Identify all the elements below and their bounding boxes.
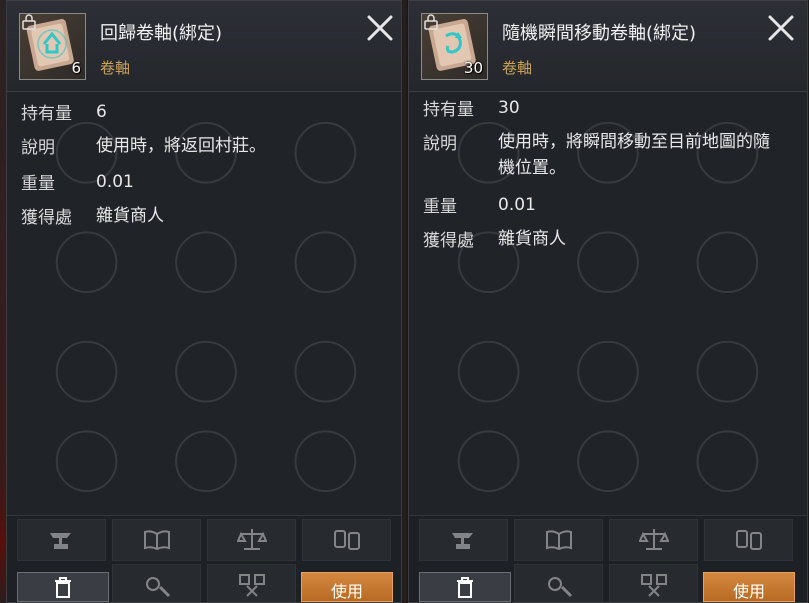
row-label: 持有量 <box>21 104 72 124</box>
item-title: 隨機瞬間移動卷軸(綁定) <box>502 23 697 44</box>
row-value: 雜貨商人 <box>498 229 566 249</box>
tooltip-header: 6 回歸卷軸(綁定) 卷軸 <box>7 1 401 92</box>
item-icon-slot[interactable]: 30 <box>421 13 488 80</box>
close-button[interactable] <box>365 13 395 43</box>
close-icon <box>367 15 393 41</box>
row-value: 6 <box>96 102 107 122</box>
craft-button[interactable] <box>514 564 603 602</box>
split-icon <box>735 530 762 550</box>
delete-button[interactable] <box>17 572 109 602</box>
trash-icon <box>457 577 473 598</box>
row-value: 0.01 <box>498 195 536 215</box>
use-button[interactable]: 使用 <box>301 572 393 602</box>
delete-button[interactable] <box>419 572 511 602</box>
split-button[interactable] <box>704 519 793 561</box>
item-tooltip-return-scroll: 6 回歸卷軸(綁定) 卷軸 持有量 6 說明 使用時，將返回村莊。 重量 0.0… <box>6 0 402 603</box>
row-value: 使用時，將瞬間移動至目前地圖的隨機位置。 <box>498 132 770 178</box>
scales-icon <box>638 529 669 550</box>
item-info: 持有量 6 說明 使用時，將返回村莊。 重量 0.01 獲得處 雜貨商人 <box>7 93 401 516</box>
item-tooltip-teleport-scroll: 30 隨機瞬間移動卷軸(綁定) 卷軸 持有量 30 說明 使用時，將瞬間移動至目… <box>408 0 808 603</box>
row-value: 使用時，將返回村莊。 <box>96 136 266 156</box>
codex-button[interactable] <box>112 519 201 561</box>
dismantle-button[interactable] <box>207 564 296 602</box>
item-icon-slot[interactable]: 6 <box>19 13 86 80</box>
row-label: 說明 <box>21 138 55 158</box>
item-type: 卷軸 <box>100 59 131 77</box>
book-icon <box>143 530 170 551</box>
row-value: 0.01 <box>96 172 134 192</box>
item-action-toolbar: 使用 <box>409 515 807 602</box>
close-button[interactable] <box>766 13 796 43</box>
row-label: 重量 <box>423 197 457 217</box>
row-value: 雜貨商人 <box>96 206 164 226</box>
row-label: 說明 <box>423 134 457 154</box>
book-icon <box>545 530 572 551</box>
lock-icon <box>424 14 438 30</box>
scales-icon <box>236 529 267 550</box>
split-icon <box>333 530 360 550</box>
row-value: 30 <box>498 98 520 118</box>
item-title: 回歸卷軸(綁定) <box>100 23 223 44</box>
trash-icon <box>55 577 71 598</box>
gear-wrench-icon <box>547 577 572 598</box>
row-label: 獲得處 <box>423 231 474 251</box>
lock-icon <box>22 14 36 30</box>
appraise-button[interactable] <box>609 519 698 561</box>
row-label: 獲得處 <box>21 208 72 228</box>
anvil-icon <box>451 533 473 549</box>
dismantle-button[interactable] <box>609 564 698 602</box>
item-info: 持有量 30 說明 使用時，將瞬間移動至目前地圖的隨機位置。 重量 0.01 獲… <box>409 93 807 516</box>
quantity-badge: 30 <box>463 59 483 77</box>
enhance-button[interactable] <box>17 519 106 561</box>
item-type: 卷軸 <box>502 59 533 77</box>
use-button[interactable]: 使用 <box>703 572 795 602</box>
gear-wrench-icon <box>145 577 170 598</box>
panel-gap <box>401 0 408 603</box>
codex-button[interactable] <box>514 519 603 561</box>
close-icon <box>768 15 794 41</box>
craft-button[interactable] <box>112 564 201 602</box>
row-label: 重量 <box>21 174 55 194</box>
row-label: 持有量 <box>423 100 474 120</box>
dismantle-icon <box>640 574 667 597</box>
enhance-button[interactable] <box>419 519 508 561</box>
dismantle-icon <box>238 574 265 597</box>
tooltip-header: 30 隨機瞬間移動卷軸(綁定) 卷軸 <box>409 1 807 92</box>
appraise-button[interactable] <box>207 519 296 561</box>
anvil-icon <box>49 533 71 549</box>
item-action-toolbar: 使用 <box>7 515 401 602</box>
quantity-badge: 6 <box>71 59 81 77</box>
split-button[interactable] <box>302 519 391 561</box>
